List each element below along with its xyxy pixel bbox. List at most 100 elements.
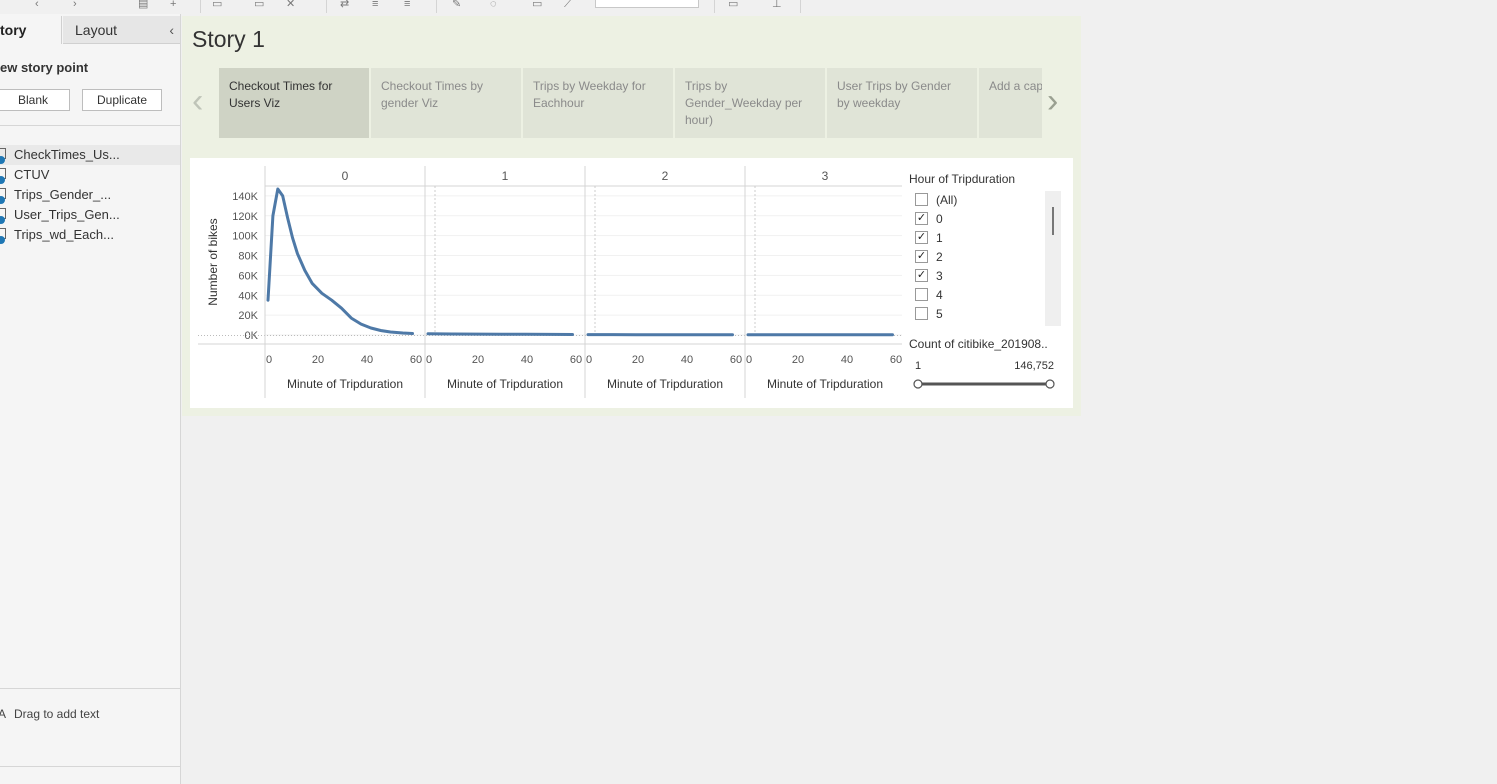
- x-tick-label: 20: [792, 354, 804, 366]
- x-axis-title: Minute of Tripduration: [447, 377, 563, 391]
- x-tick-label: 0: [426, 354, 432, 366]
- highlight-icon[interactable]: ✎: [452, 0, 461, 10]
- forward-icon[interactable]: ›: [73, 0, 77, 10]
- checkbox[interactable]: ✓: [915, 250, 928, 263]
- story-point[interactable]: Checkout Times by gender Viz: [371, 68, 521, 138]
- add-icon[interactable]: +: [170, 0, 176, 10]
- chevron-right-icon[interactable]: ›: [1047, 84, 1058, 118]
- x-tick-label: 60: [570, 354, 582, 366]
- toolbar: ‹ › ▤ + ▭ ▭ ✕ ⇄ ≡ ≡ ✎ ◌ ▭ ⟋ ▭ ⊥: [0, 0, 1497, 14]
- y-tick-label: 140K: [232, 191, 258, 203]
- new-story-point-heading: ew story point: [0, 60, 89, 75]
- story-point[interactable]: Checkout Times for Users Viz: [219, 68, 369, 138]
- y-tick-label: 120K: [232, 211, 258, 223]
- share-icon[interactable]: ⊥: [772, 0, 782, 10]
- checkbox[interactable]: ✓: [915, 231, 928, 244]
- checkbox[interactable]: ✓: [915, 212, 928, 225]
- slider-max-handle: [1045, 379, 1055, 389]
- x-tick-label: 0: [266, 354, 272, 366]
- new-sheet-icon[interactable]: ▭: [212, 0, 222, 10]
- y-tick-label: 100K: [232, 231, 258, 243]
- count-filter-title: Count of citibike_201908..: [909, 337, 1048, 351]
- filter-scrollbar[interactable]: [1045, 191, 1061, 326]
- line-chart[interactable]: Number of bikes0K20K40K60K80K100K120K140…: [190, 158, 902, 408]
- check-badge-icon: [0, 236, 5, 244]
- x-tick-label: 40: [681, 354, 693, 366]
- x-tick-label: 20: [472, 354, 484, 366]
- story-point[interactable]: User Trips by Gender by weekday: [827, 68, 977, 138]
- story-canvas: Story 1 ‹ › Checkout Times for Users Viz…: [182, 16, 1081, 416]
- slider-min-handle: [913, 379, 923, 389]
- check-badge-icon: [0, 156, 5, 164]
- story-title[interactable]: Story 1: [192, 26, 265, 53]
- check-badge-icon: [0, 196, 5, 204]
- drag-text-label[interactable]: Drag to add text: [14, 707, 99, 721]
- x-tick-label: 60: [730, 354, 742, 366]
- check-badge-icon: [0, 176, 5, 184]
- back-icon[interactable]: ‹: [35, 0, 39, 10]
- x-tick-label: 60: [890, 354, 902, 366]
- x-tick-label: 40: [361, 354, 373, 366]
- blank-button[interactable]: Blank: [0, 89, 70, 111]
- y-tick-label: 80K: [238, 251, 258, 263]
- sheet-label: CheckTimes_Us...: [14, 147, 120, 162]
- sheet-item[interactable]: CTUV: [0, 165, 180, 185]
- checkbox[interactable]: [915, 288, 928, 301]
- x-axis-title: Minute of Tripduration: [607, 377, 723, 391]
- series-line-panel-0: [266, 187, 414, 335]
- story-point-navigator: Checkout Times for Users Viz Checkout Ti…: [219, 68, 1042, 138]
- label-icon[interactable]: ▭: [532, 0, 542, 10]
- divider: [0, 125, 180, 126]
- story-point[interactable]: Trips by Gender_Weekday per hour): [675, 68, 825, 138]
- story-point-add-caption[interactable]: Add a caption: [979, 68, 1042, 138]
- pin-icon[interactable]: ⟋: [564, 0, 572, 10]
- sheet-label: User_Trips_Gen...: [14, 207, 120, 222]
- checkbox[interactable]: [915, 307, 928, 320]
- collapse-icon[interactable]: ‹: [169, 16, 174, 44]
- y-tick-label: 60K: [238, 270, 258, 282]
- x-tick-label: 40: [521, 354, 533, 366]
- sheet-item[interactable]: Trips_wd_Each...: [0, 225, 180, 245]
- sheet-item[interactable]: User_Trips_Gen...: [0, 205, 180, 225]
- panel-header: 2: [662, 169, 669, 183]
- sheet-item[interactable]: CheckTimes_Us...: [0, 145, 180, 165]
- sort-asc-icon[interactable]: ≡: [372, 0, 378, 10]
- count-filter-max: 146,752: [1014, 360, 1054, 372]
- y-tick-label: 20K: [238, 310, 258, 322]
- checkbox[interactable]: [915, 193, 928, 206]
- clear-sheet-icon[interactable]: ✕: [286, 0, 295, 10]
- x-axis-title: Minute of Tripduration: [287, 377, 403, 391]
- check-badge-icon: [0, 216, 5, 224]
- sheet-label: Trips_wd_Each...: [14, 227, 114, 242]
- x-tick-label: 60: [410, 354, 422, 366]
- story-point[interactable]: Trips by Weekday for Eachhour: [523, 68, 673, 138]
- viz-container: Number of bikes 0K 20K 40K 60K 80K 100K 120K 140…: [190, 158, 1073, 408]
- tab-layout-label: Layout: [75, 22, 118, 38]
- panel-header: 1: [502, 169, 509, 183]
- x-axis-title: Minute of Tripduration: [767, 377, 883, 391]
- x-tick-label: 0: [586, 354, 592, 366]
- scrollbar-thumb[interactable]: [1052, 207, 1054, 235]
- panel-header: 0: [342, 169, 349, 183]
- sheet-item[interactable]: Trips_Gender_...: [0, 185, 180, 205]
- y-axis-title: Number of bikes: [206, 218, 220, 305]
- group-icon[interactable]: ◌: [490, 0, 497, 10]
- tab-story[interactable]: tory: [0, 16, 62, 44]
- swap-icon[interactable]: ⇄: [340, 0, 349, 10]
- checkbox[interactable]: ✓: [915, 269, 928, 282]
- presentation-icon[interactable]: ▭: [728, 0, 738, 10]
- x-tick-label: 20: [312, 354, 324, 366]
- divider: [0, 688, 180, 689]
- tab-layout[interactable]: Layout ‹: [63, 16, 180, 44]
- chevron-left-icon[interactable]: ‹: [192, 84, 203, 118]
- datasource-icon[interactable]: ▤: [138, 0, 148, 10]
- divider: [0, 766, 180, 767]
- range-slider[interactable]: [912, 377, 1072, 391]
- x-tick-label: 0: [746, 354, 752, 366]
- sort-desc-icon[interactable]: ≡: [404, 0, 410, 10]
- text-object-icon[interactable]: A: [0, 707, 6, 721]
- duplicate-button[interactable]: Duplicate: [82, 89, 162, 111]
- fit-select[interactable]: [595, 0, 699, 8]
- duplicate-sheet-icon[interactable]: ▭: [254, 0, 264, 10]
- x-tick-label: 20: [632, 354, 644, 366]
